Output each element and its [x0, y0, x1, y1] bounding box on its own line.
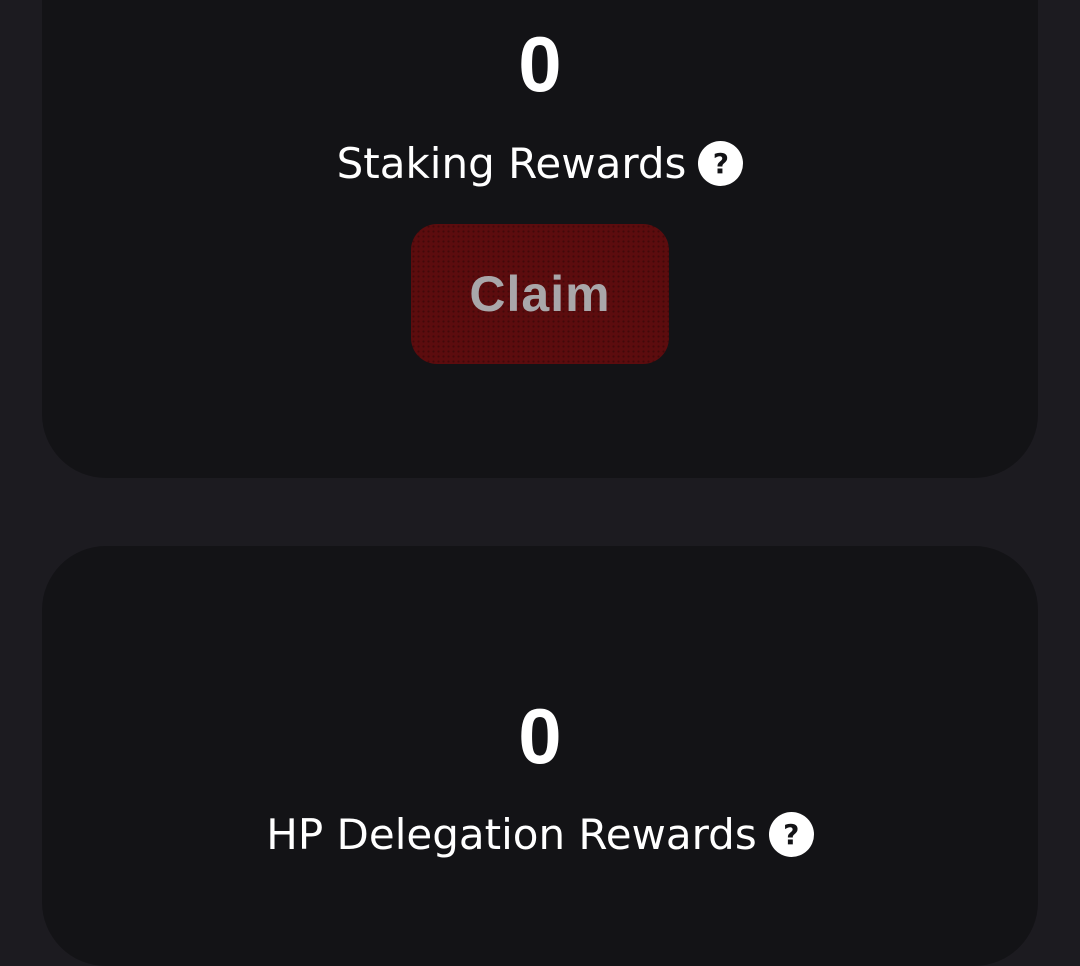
staking-rewards-label: Staking Rewards: [336, 138, 687, 188]
hp-delegation-rewards-label: HP Delegation Rewards: [266, 809, 757, 859]
staking-rewards-label-row: Staking Rewards ?: [42, 141, 1038, 186]
staking-rewards-card: 0 Staking Rewards ? Claim: [42, 0, 1038, 478]
hp-delegation-rewards-card: 0 HP Delegation Rewards ?: [42, 546, 1038, 966]
hp-delegation-rewards-amount: 0: [518, 692, 562, 780]
claim-button[interactable]: Claim: [411, 224, 669, 364]
help-icon[interactable]: ?: [698, 141, 744, 186]
help-icon[interactable]: ?: [768, 812, 814, 857]
hp-delegation-rewards-label-row: HP Delegation Rewards ?: [42, 812, 1038, 857]
staking-rewards-amount: 0: [518, 20, 562, 108]
